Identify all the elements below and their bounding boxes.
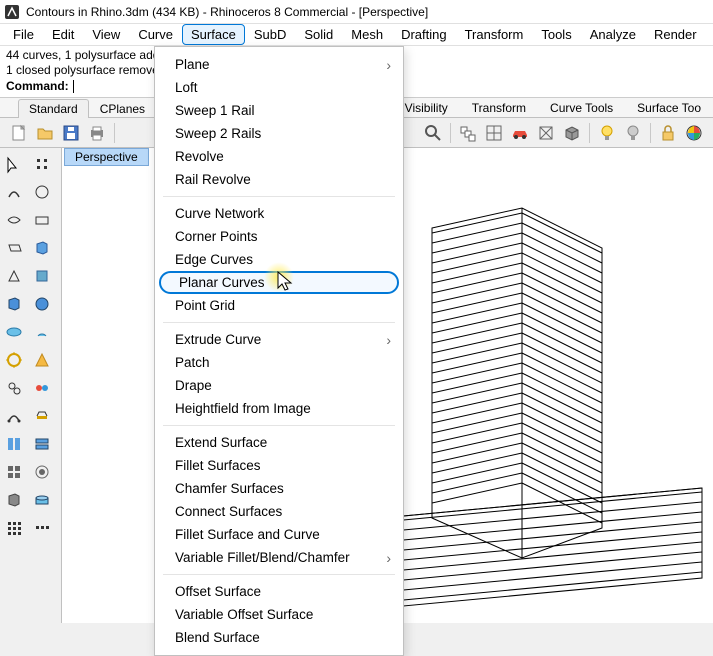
menu-item-planar-curves[interactable]: Planar Curves [159,271,399,294]
wireframe-icon[interactable] [535,122,557,144]
open-icon[interactable] [34,122,56,144]
menu-view[interactable]: View [83,24,129,45]
menu-item-blend-surface[interactable]: Blend Surface [155,626,403,649]
menu-divider [163,322,395,323]
print-icon[interactable] [86,122,108,144]
title-bar: Contours in Rhino.3dm (434 KB) - Rhinoce… [0,0,713,24]
toolbox-tool[interactable] [2,152,28,178]
toolbox-tool[interactable] [2,292,28,318]
toolbox-tool[interactable] [30,516,56,542]
menu-item-variable-offset-surface[interactable]: Variable Offset Surface [155,603,403,626]
ribbon-tab-cplanes[interactable]: CPlanes [89,99,156,118]
grid-icon[interactable] [483,122,505,144]
box-icon[interactable] [561,122,583,144]
menu-divider [163,196,395,197]
lightbulb-icon[interactable] [596,122,618,144]
menu-transform[interactable]: Transform [456,24,533,45]
ribbon-tab-standard[interactable]: Standard [18,99,89,118]
menu-divider [163,425,395,426]
toolbox-tool[interactable] [2,236,28,262]
toolbox-tool[interactable] [30,320,56,346]
toolbox-tool[interactable] [2,432,28,458]
hide-icon[interactable] [622,122,644,144]
toolbox-tool[interactable] [30,348,56,374]
car-icon[interactable] [509,122,531,144]
menu-item-fillet-surfaces[interactable]: Fillet Surfaces [155,454,403,477]
left-toolbox [0,148,62,623]
menu-item-drape[interactable]: Drape [155,374,403,397]
menu-file[interactable]: File [4,24,43,45]
menu-item-point-grid[interactable]: Point Grid [155,294,403,317]
menu-item-plane[interactable]: Plane [155,53,403,76]
menu-edit[interactable]: Edit [43,24,83,45]
menu-item-heightfield-from-image[interactable]: Heightfield from Image [155,397,403,420]
toolbox-tool[interactable] [2,404,28,430]
menu-tools[interactable]: Tools [532,24,580,45]
layers-icon[interactable] [457,122,479,144]
menu-item-loft[interactable]: Loft [155,76,403,99]
menu-item-patch[interactable]: Patch [155,351,403,374]
menu-curve[interactable]: Curve [129,24,182,45]
toolbox-tool[interactable] [2,208,28,234]
window-title: Contours in Rhino.3dm (434 KB) - Rhinoce… [26,5,428,19]
lock-icon[interactable] [657,122,679,144]
toolbox-tool[interactable] [2,180,28,206]
toolbox-tool[interactable] [30,376,56,402]
menu-item-curve-network[interactable]: Curve Network [155,202,403,225]
menu-analyze[interactable]: Analyze [581,24,645,45]
toolbox-tool[interactable] [30,152,56,178]
toolbox-tool[interactable] [30,208,56,234]
ribbon-tab[interactable]: Transform [460,99,538,117]
menu-mesh[interactable]: Mesh [342,24,392,45]
menu-item-fillet-surface-and-curve[interactable]: Fillet Surface and Curve [155,523,403,546]
menu-item-variable-fillet-blend-chamfer[interactable]: Variable Fillet/Blend/Chamfer [155,546,403,569]
toolbox-tool[interactable] [30,404,56,430]
menu-item-rail-revolve[interactable]: Rail Revolve [155,168,403,191]
ribbon-tab[interactable]: Curve Tools [538,99,625,117]
menu-window[interactable]: Window [706,24,713,45]
search-icon[interactable] [422,122,444,144]
menu-subd[interactable]: SubD [245,24,296,45]
toolbox-tool[interactable] [2,320,28,346]
new-icon[interactable] [8,122,30,144]
menu-item-extend-surface[interactable]: Extend Surface [155,431,403,454]
toolbox-tool[interactable] [2,264,28,290]
toolbox-tool[interactable] [2,488,28,514]
toolbox-tool[interactable] [30,292,56,318]
command-prompt-label: Command: [6,79,69,93]
toolbox-tool[interactable] [30,460,56,486]
color-wheel-icon[interactable] [683,122,705,144]
menu-item-edge-curves[interactable]: Edge Curves [155,248,403,271]
toolbox-tool[interactable] [2,516,28,542]
menu-item-sweep-1-rail[interactable]: Sweep 1 Rail [155,99,403,122]
menu-surface[interactable]: Surface [182,24,245,45]
toolbox-tool[interactable] [2,460,28,486]
toolbox-tool[interactable] [2,376,28,402]
menu-divider [163,574,395,575]
menu-item-connect-surfaces[interactable]: Connect Surfaces [155,500,403,523]
toolbox-tool[interactable] [2,348,28,374]
menu-item-corner-points[interactable]: Corner Points [155,225,403,248]
menu-render[interactable]: Render [645,24,706,45]
app-icon [4,4,20,20]
toolbox-tool[interactable] [30,432,56,458]
toolbox-tool[interactable] [30,488,56,514]
menu-solid[interactable]: Solid [295,24,342,45]
menu-item-sweep-2-rails[interactable]: Sweep 2 Rails [155,122,403,145]
menu-bar: FileEditViewCurveSurfaceSubDSolidMeshDra… [0,24,713,46]
toolbox-tool[interactable] [30,264,56,290]
toolbox-tool[interactable] [30,236,56,262]
toolbox-tool[interactable] [30,180,56,206]
surface-menu-dropdown: PlaneLoftSweep 1 RailSweep 2 RailsRevolv… [154,46,404,656]
save-icon[interactable] [60,122,82,144]
menu-item-extrude-curve[interactable]: Extrude Curve [155,328,403,351]
menu-drafting[interactable]: Drafting [392,24,456,45]
menu-item-revolve[interactable]: Revolve [155,145,403,168]
ribbon-tab[interactable]: Surface Too [625,99,713,117]
menu-item-chamfer-surfaces[interactable]: Chamfer Surfaces [155,477,403,500]
menu-item-offset-surface[interactable]: Offset Surface [155,580,403,603]
